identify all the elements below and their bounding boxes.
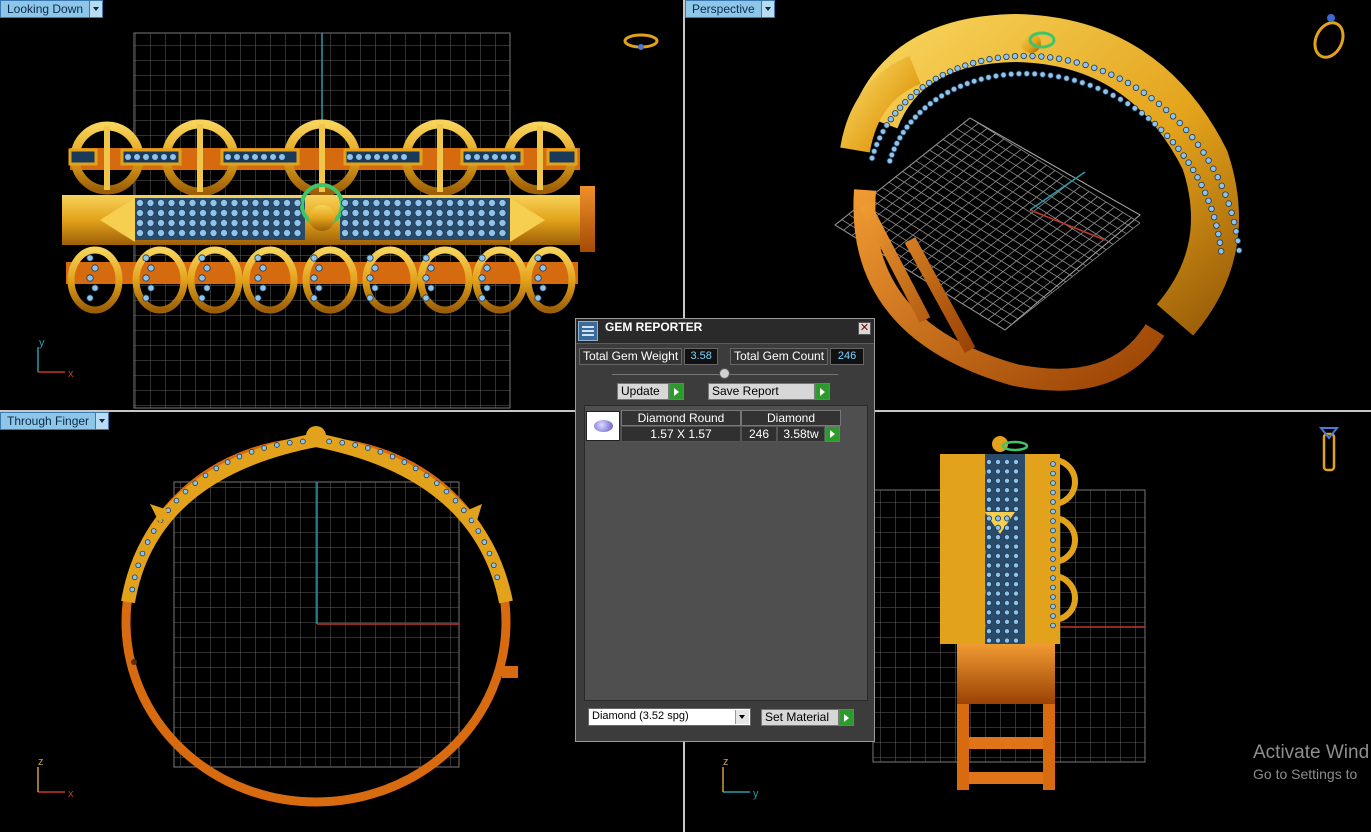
material-select-value: Diamond (3.52 spg): [592, 710, 689, 722]
gem-list: Diamond Round Diamond 1.57 X 1.57 246 3.…: [584, 405, 868, 701]
svg-text:y: y: [39, 337, 45, 349]
viewport-label: Through Finger: [7, 414, 90, 428]
total-gem-weight: Total Gem Weight 3.58: [579, 348, 719, 365]
activate-windows-subtitle: Go to Settings to: [1253, 766, 1358, 782]
viewport-label: Perspective: [692, 2, 755, 16]
play-arrow-icon: [669, 383, 684, 400]
total-gem-count-value: 246: [830, 348, 865, 365]
material-select[interactable]: Diamond (3.52 spg): [588, 708, 751, 726]
total-gem-count: Total Gem Count 246: [730, 348, 865, 365]
play-arrow-icon: [839, 709, 854, 726]
gem-reporter-titlebar[interactable]: GEM REPORTER ✕: [576, 319, 874, 344]
set-material-button[interactable]: Set Material: [761, 709, 854, 726]
set-material-button-label: Set Material: [761, 709, 839, 726]
total-gem-count-label: Total Gem Count: [730, 348, 829, 365]
svg-text:z: z: [38, 756, 44, 768]
play-arrow-icon: [815, 383, 830, 400]
ring-view-icon: [1313, 14, 1345, 59]
panel-slider-knob[interactable]: [719, 368, 730, 379]
play-arrow-icon: [825, 426, 840, 442]
save-report-button-label: Save Report: [708, 383, 815, 400]
total-gem-weight-label: Total Gem Weight: [579, 348, 683, 365]
chevron-down-icon[interactable]: [760, 1, 774, 17]
viewport-label: Looking Down: [7, 2, 84, 16]
total-gem-weight-value: 3.58: [684, 348, 719, 365]
chevron-down-icon[interactable]: [95, 413, 109, 429]
update-button-label: Update: [617, 383, 669, 400]
gem-reporter-panel: GEM REPORTER ✕ Total Gem Weight 3.58 Tot…: [575, 318, 875, 742]
viewport-tab-through-finger[interactable]: Through Finger: [0, 412, 110, 430]
round-diamond-icon: [586, 411, 620, 441]
save-report-button[interactable]: Save Report: [708, 383, 830, 400]
chevron-down-icon[interactable]: [89, 1, 103, 17]
gem-row-action-button[interactable]: [825, 426, 840, 442]
activate-windows-title: Activate Wind: [1253, 742, 1370, 763]
gem-weight: 3.58tw: [777, 426, 825, 442]
update-button[interactable]: Update: [617, 383, 684, 400]
viewport-tab-looking-down[interactable]: Looking Down: [0, 0, 104, 18]
gem-cut-header: Diamond Round: [621, 410, 741, 426]
svg-text:z: z: [723, 756, 729, 768]
gem-reporter-icon: [578, 321, 598, 341]
chevron-down-icon[interactable]: [735, 710, 749, 724]
gem-size: 1.57 X 1.57: [621, 426, 741, 442]
svg-text:x: x: [68, 788, 74, 800]
ring-view-icon: [623, 33, 659, 50]
close-button[interactable]: ✕: [858, 322, 871, 335]
gem-material-header: Diamond: [741, 410, 841, 426]
viewport-tab-perspective[interactable]: Perspective: [685, 0, 775, 18]
svg-text:y: y: [753, 788, 759, 800]
ring-view-icon: [1318, 427, 1340, 472]
svg-text:x: x: [68, 368, 74, 380]
gem-reporter-title: GEM REPORTER: [605, 320, 703, 334]
gem-count: 246: [741, 426, 777, 442]
